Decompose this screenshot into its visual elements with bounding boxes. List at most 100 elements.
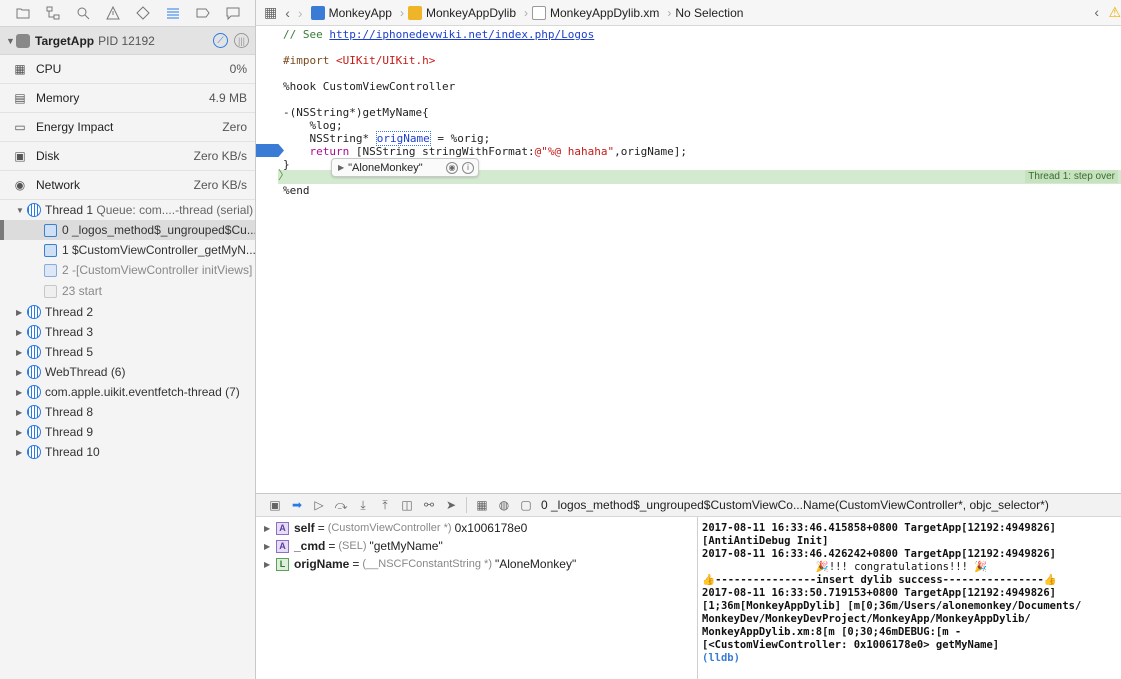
disclosure-closed-icon[interactable]: ▶ <box>338 163 344 172</box>
related-items-icon[interactable]: ▦ <box>264 4 277 21</box>
thread-row[interactable]: ▶ Thread 8 <box>0 402 255 422</box>
gauge-row[interactable]: ▭ Energy Impact Zero <box>0 113 255 142</box>
folder-icon[interactable] <box>8 0 38 26</box>
gauge-row[interactable]: ◉ Network Zero KB/s <box>0 171 255 200</box>
gauge-value: Zero KB/s <box>193 149 247 163</box>
stack-frame-row[interactable]: 23 start <box>0 280 255 302</box>
thread-view-icon[interactable]: ||| <box>234 33 249 48</box>
console-output[interactable]: 2017-08-11 16:33:46.415858+0800 TargetAp… <box>698 517 1121 679</box>
gauge-value: 4.9 MB <box>208 91 247 105</box>
thread-icon <box>27 305 41 319</box>
thread-row[interactable]: ▶ com.apple.uikit.eventfetch-thread (7) <box>0 382 255 402</box>
disclosure-closed-icon[interactable]: ▶ <box>16 368 27 377</box>
thread-row[interactable]: ▶ Thread 5 <box>0 342 255 362</box>
thread-icon <box>27 405 41 419</box>
location-icon[interactable]: ➤ <box>440 495 462 515</box>
disclosure-open-icon[interactable]: ▼ <box>16 206 27 215</box>
gauge-row[interactable]: ▦ CPU 0% <box>0 55 255 84</box>
debug-list-icon[interactable] <box>158 0 188 26</box>
step-over-icon[interactable]: ⤼ <box>330 495 352 515</box>
doc-link[interactable]: http://iphonedevwiki.net/index.php/Logos <box>329 28 594 41</box>
variable-token[interactable]: origName <box>375 131 431 146</box>
gauge-row[interactable]: ▤ Memory 4.9 MB <box>0 84 255 113</box>
variable-type: (__NSCFConstantString *) <box>362 558 492 570</box>
disclosure-closed-icon[interactable]: ▶ <box>264 560 276 569</box>
gauge-row[interactable]: ▣ Disk Zero KB/s <box>0 142 255 171</box>
continue-icon[interactable]: ▷ <box>308 495 330 515</box>
gauge-value: Zero KB/s <box>193 178 247 192</box>
forward-arrow-icon[interactable]: › <box>298 5 303 21</box>
thread-row[interactable]: ▶ Thread 2 <box>0 302 255 322</box>
target-name: TargetApp <box>35 33 95 48</box>
thread-label: Thread 1 <box>45 203 94 217</box>
app-icon[interactable]: ▦ <box>471 495 493 515</box>
disclosure-closed-icon[interactable]: ▶ <box>16 308 27 317</box>
breakpoint-marker[interactable] <box>256 144 284 157</box>
debug-navigator: ▼ TargetApp PID 12192 ⟋ ||| ▦ CPU 0% ▤ Me… <box>0 0 256 679</box>
eye-icon[interactable]: ◉ <box>446 161 458 174</box>
stack-frame-row[interactable]: 2 -[CustomViewController initViews] <box>0 260 255 280</box>
thread-row[interactable]: ▶ Thread 3 <box>0 322 255 342</box>
variable-row[interactable]: ▶ L origName = (__NSCFConstantString *) "… <box>256 555 697 573</box>
gauge-label: Energy Impact <box>36 120 114 134</box>
disclosure-closed-icon[interactable]: ▶ <box>16 348 27 357</box>
source-editor: ▦ ‹ › MonkeyApp › MonkeyAppDylib › Monke… <box>256 0 1121 493</box>
step-out-icon[interactable]: ⤒ <box>374 495 396 515</box>
disclosure-closed-icon[interactable]: ▶ <box>264 542 276 551</box>
variable-value: 0x1006178e0 <box>454 521 528 535</box>
step-into-icon[interactable]: ⤓ <box>352 495 374 515</box>
variable-row[interactable]: ▶ A self = (CustomViewController *) 0x100… <box>256 519 697 537</box>
thread-row[interactable]: ▶ Thread 10 <box>0 442 255 462</box>
variable-value: "AloneMonkey" <box>494 557 577 571</box>
stack-frame-row[interactable]: 0 _logos_method$_ungrouped$Cu... <box>0 220 255 240</box>
variable-row[interactable]: ▶ A _cmd = (SEL) "getMyName" <box>256 537 697 555</box>
crumb-project[interactable]: MonkeyApp <box>310 5 392 20</box>
code-line: NSString* origName = %orig; <box>283 131 491 146</box>
warning-icon[interactable]: ⚠ <box>1108 4 1121 21</box>
issue-back-icon[interactable]: ‹ <box>1094 4 1099 20</box>
variable-popover[interactable]: ▶ "AloneMonkey" ◉ i <box>331 158 479 177</box>
diamond-icon[interactable] <box>128 0 158 26</box>
disclosure-open-icon[interactable]: ▼ <box>6 36 16 46</box>
crumb-selection[interactable]: No Selection <box>675 6 743 20</box>
breakpoints-toggle-icon[interactable]: ➡ <box>286 495 308 515</box>
hierarchy-icon[interactable] <box>38 0 68 26</box>
popover-value: "AloneMonkey" <box>348 161 423 174</box>
info-icon[interactable]: i <box>462 161 474 174</box>
stack-frame-row[interactable]: 1 $CustomViewController_getMyN... <box>0 240 255 260</box>
frame-icon[interactable]: ▢ <box>515 495 537 515</box>
battery-icon: ▭ <box>14 120 26 134</box>
disclosure-closed-icon[interactable]: ▶ <box>16 328 27 337</box>
frame-selector[interactable]: 0 _logos_method$_ungrouped$CustomViewCo.… <box>541 498 1049 512</box>
memory-graph-icon[interactable]: ⚯ <box>418 495 440 515</box>
warning-icon[interactable] <box>98 0 128 26</box>
file-icon <box>532 5 546 20</box>
code-line: -(NSString*)getMyName{ <box>283 106 429 119</box>
breakpoint-icon[interactable] <box>188 0 218 26</box>
code-line: return [NSString stringWithFormat:@"%@ h… <box>283 145 688 158</box>
crumb-group[interactable]: MonkeyAppDylib <box>407 5 516 20</box>
disclosure-closed-icon[interactable]: ▶ <box>16 408 27 417</box>
disclosure-closed-icon[interactable]: ▶ <box>16 388 27 397</box>
thread-row[interactable]: ▶ Thread 9 <box>0 422 255 442</box>
hide-debug-area-icon[interactable]: ▣ <box>264 495 286 515</box>
thread-icon[interactable]: ◍ <box>493 495 515 515</box>
report-icon[interactable] <box>218 0 248 26</box>
disclosure-closed-icon[interactable]: ▶ <box>16 448 27 457</box>
disclosure-closed-icon[interactable]: ▶ <box>16 428 27 437</box>
console-line: [<CustomViewController: 0x1006178e0> get… <box>702 639 1000 651</box>
chevron-right-icon: › <box>399 5 404 20</box>
gauge-icon[interactable]: ⟋ <box>213 33 228 48</box>
view-hierarchy-icon[interactable]: ◫ <box>396 495 418 515</box>
lldb-prompt[interactable]: (lldb) <box>702 652 1117 665</box>
disclosure-closed-icon[interactable]: ▶ <box>264 524 276 533</box>
gauge-label: CPU <box>36 62 62 76</box>
thread-row[interactable]: ▶ WebThread (6) <box>0 362 255 382</box>
thread-1-row[interactable]: ▼ Thread 1 Queue: com....-thread (serial… <box>0 200 255 220</box>
search-icon[interactable] <box>68 0 98 26</box>
frame-icon <box>44 243 57 257</box>
crumb-file[interactable]: MonkeyAppDylib.xm <box>532 5 659 20</box>
back-arrow-icon[interactable]: ‹ <box>285 5 290 21</box>
target-process-row[interactable]: ▼ TargetApp PID 12192 ⟋ ||| <box>0 27 255 55</box>
variable-type: (CustomViewController *) <box>327 522 452 534</box>
